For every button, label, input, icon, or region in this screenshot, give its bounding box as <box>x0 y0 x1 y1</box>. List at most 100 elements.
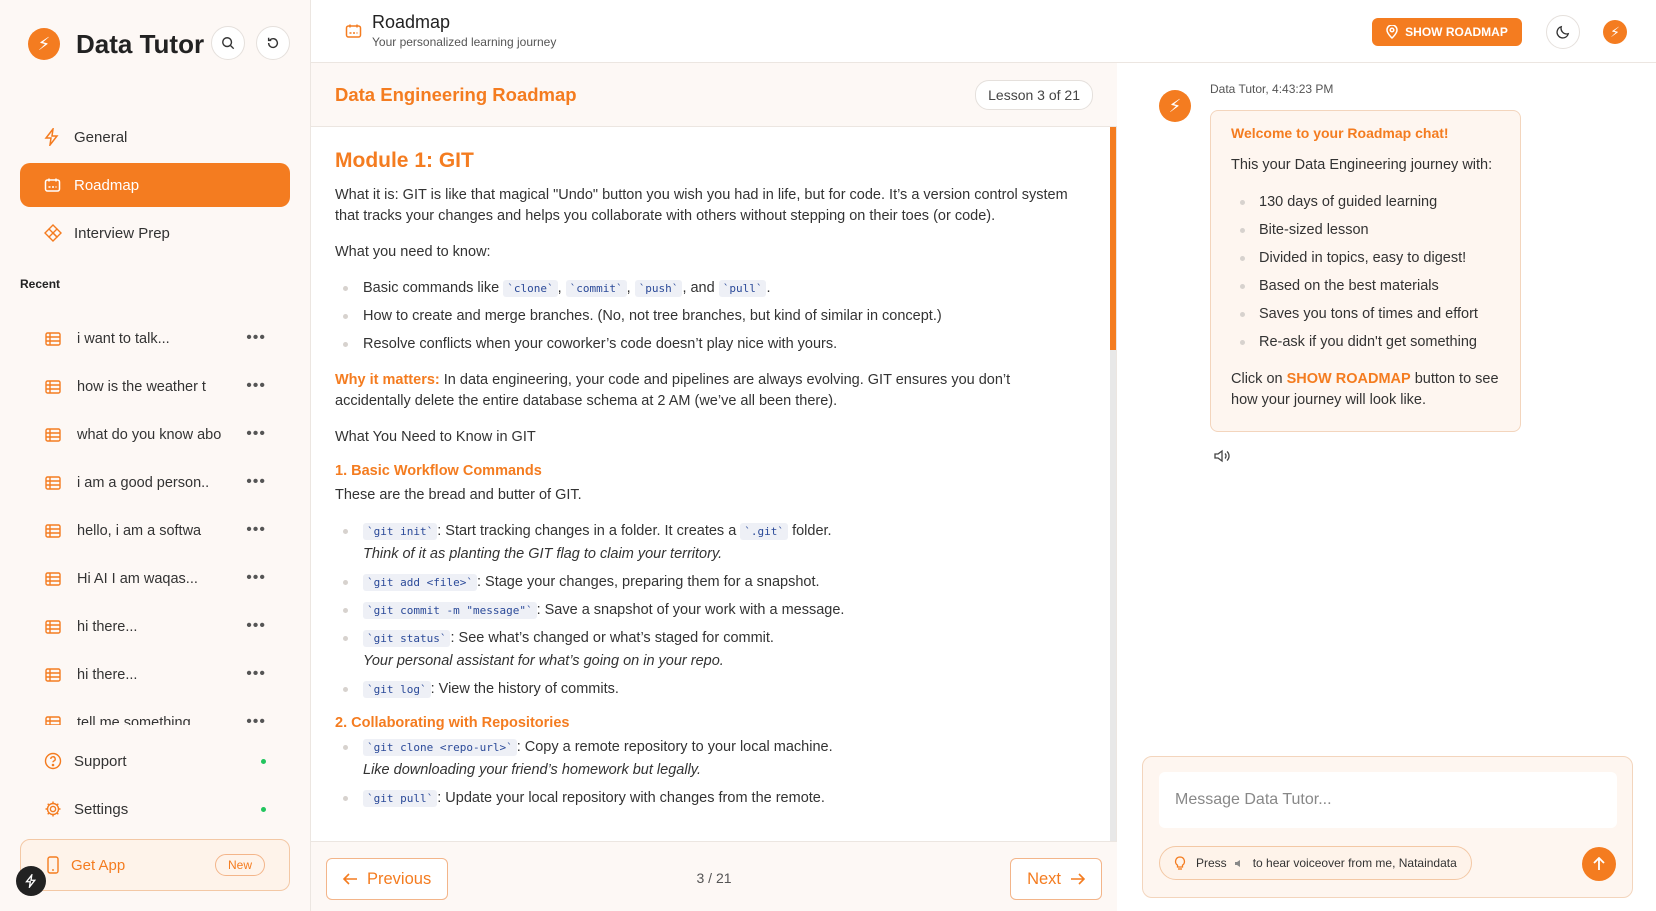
message-cta: Click on SHOW ROADMAP button to see how … <box>1231 371 1499 408</box>
theme-toggle-button[interactable] <box>1546 15 1580 49</box>
workflow-commands-list: `git init`: Start tracking changes in a … <box>335 521 1073 700</box>
scrollbar-thumb[interactable] <box>1110 127 1116 350</box>
recent-chat-item[interactable]: tell me something... ••• <box>20 699 290 725</box>
search-button[interactable] <box>211 26 245 60</box>
nav-interview-prep-label: Interview Prep <box>74 224 170 242</box>
more-options-icon[interactable]: ••• <box>246 569 266 587</box>
recent-chat-title: i am a good person.. <box>77 475 210 491</box>
lightbulb-icon <box>1174 855 1186 871</box>
more-options-icon[interactable]: ••• <box>246 617 266 635</box>
recent-chat-item[interactable]: hi there... ••• <box>20 651 290 699</box>
moon-icon <box>1556 25 1570 39</box>
recent-chat-title: hello, i am a softwa <box>77 523 202 539</box>
history-button[interactable] <box>256 26 290 60</box>
settings-link[interactable]: Settings <box>20 787 290 831</box>
chat-list-icon <box>45 524 63 538</box>
list-item: Based on the best materials <box>1231 276 1500 297</box>
phone-icon <box>47 856 59 874</box>
chat-panel: ⚡ Data Tutor, 4:43:23 PM Welcome to your… <box>1117 63 1656 911</box>
gear-icon <box>44 800 64 818</box>
recent-chats-list: i want to talk... ••• how is the weather… <box>20 315 290 725</box>
note-text: Your personal assistant for what’s going… <box>363 653 724 669</box>
more-options-icon[interactable]: ••• <box>246 377 266 395</box>
next-label: Next <box>1027 869 1061 888</box>
list-item: `git commit -m "message"`: Save a snapsh… <box>335 600 1073 621</box>
app-name: Data Tutor <box>76 28 205 59</box>
help-icon <box>44 752 64 770</box>
why-label: Why it matters: <box>335 372 440 388</box>
chat-list-icon <box>45 476 63 490</box>
get-app-button[interactable]: Get App New <box>20 839 290 891</box>
map-pin-icon <box>1386 25 1398 39</box>
show-roadmap-link[interactable]: SHOW ROADMAP <box>1287 371 1411 387</box>
lesson-header: Data Engineering Roadmap Lesson 3 of 21 <box>311 63 1117 127</box>
more-options-icon[interactable]: ••• <box>246 521 266 539</box>
send-button[interactable] <box>1582 847 1616 881</box>
recent-chat-item[interactable]: i am a good person.. ••• <box>20 459 290 507</box>
show-roadmap-label: SHOW ROADMAP <box>1405 25 1508 39</box>
list-item: Re-ask if you didn't get something <box>1231 332 1500 353</box>
nav-interview-prep[interactable]: Interview Prep <box>20 211 290 255</box>
support-link[interactable]: Support <box>20 739 290 783</box>
inline-code: `git init` <box>363 523 438 540</box>
inline-code: `git clone <repo-url>` <box>363 739 517 756</box>
arrow-right-icon <box>1070 873 1085 885</box>
more-options-icon[interactable]: ••• <box>246 473 266 491</box>
speaker-icon[interactable] <box>1214 449 1230 463</box>
need-to-know-label: What you need to know: <box>335 244 491 260</box>
list-item: `git init`: Start tracking changes in a … <box>335 521 1073 565</box>
list-item: `git log`: View the history of commits. <box>335 679 1073 700</box>
recent-chat-title: Hi AI I am waqas... <box>77 571 198 587</box>
inline-code: `clone` <box>503 280 558 297</box>
recent-chat-item[interactable]: Hi AI I am waqas... ••• <box>20 555 290 603</box>
nav-roadmap[interactable]: Roadmap <box>20 163 290 207</box>
message-composer: Press to hear voiceover from me, Nataind… <box>1142 756 1633 898</box>
section-heading: 2. Collaborating with Repositories <box>335 715 570 731</box>
recent-chat-item[interactable]: hello, i am a softwa ••• <box>20 507 290 555</box>
recent-heading: Recent <box>20 277 61 291</box>
show-roadmap-button[interactable]: SHOW ROADMAP <box>1372 18 1522 46</box>
recent-chat-item[interactable]: what do you know abo ••• <box>20 411 290 459</box>
more-options-icon[interactable]: ••• <box>246 713 266 725</box>
quick-action-button[interactable] <box>16 866 46 896</box>
lesson-footer: Previous 3 / 21 Next <box>311 841 1117 911</box>
voiceover-hint: Press to hear voiceover from me, Nataind… <box>1159 846 1472 880</box>
status-dot <box>261 759 266 764</box>
status-dot <box>261 807 266 812</box>
chat-list-icon <box>45 620 63 634</box>
bot-message: Welcome to your Roadmap chat! This your … <box>1210 110 1521 432</box>
speaker-icon <box>1234 859 1245 868</box>
list-item: 130 days of guided learning <box>1231 192 1500 213</box>
sidebar: ⚡ Data Tutor General Roadmap Interview P… <box>0 0 311 911</box>
recent-chat-item[interactable]: i want to talk... ••• <box>20 315 290 363</box>
lesson-content[interactable]: Module 1: GIT What it is: GIT is like th… <box>311 127 1117 841</box>
hint-rest: to hear voiceover from me, Nataindata <box>1252 856 1457 870</box>
module-intro: What it is: GIT is like that magical "Un… <box>335 187 1068 224</box>
recent-chat-item[interactable]: how is the weather t ••• <box>20 363 290 411</box>
chat-list-icon <box>45 332 63 346</box>
bolt-icon <box>44 128 64 146</box>
list-item: Saves you tons of times and effort <box>1231 304 1500 325</box>
inline-code: `git log` <box>363 681 431 698</box>
message-meta: Data Tutor, 4:43:23 PM <box>1210 82 1334 96</box>
next-button[interactable]: Next <box>1010 858 1102 900</box>
list-item: How to create and merge branches. (No, n… <box>335 306 1073 327</box>
message-heading: Welcome to your Roadmap chat! <box>1231 125 1449 141</box>
recent-chat-title: how is the weather t <box>77 379 206 395</box>
get-app-label: Get App <box>71 856 126 874</box>
chat-list-icon <box>45 428 63 442</box>
page-subtitle: Your personalized learning journey <box>372 35 557 49</box>
nav-general[interactable]: General <box>20 115 290 159</box>
bolt-icon <box>25 874 37 888</box>
more-options-icon[interactable]: ••• <box>246 665 266 683</box>
more-options-icon[interactable]: ••• <box>246 425 266 443</box>
list-item: `git status`: See what’s changed or what… <box>335 628 1073 672</box>
chat-list-icon <box>45 716 63 725</box>
user-avatar[interactable]: ⚡ <box>1603 20 1627 44</box>
more-options-icon[interactable]: ••• <box>246 329 266 347</box>
list-item: `git add <file>`: Stage your changes, pr… <box>335 572 1073 593</box>
recent-chat-item[interactable]: hi there... ••• <box>20 603 290 651</box>
recent-chat-title: i want to talk... <box>77 331 170 347</box>
list-item: `git clone <repo-url>`: Copy a remote re… <box>335 737 1073 781</box>
message-input[interactable] <box>1159 772 1617 828</box>
